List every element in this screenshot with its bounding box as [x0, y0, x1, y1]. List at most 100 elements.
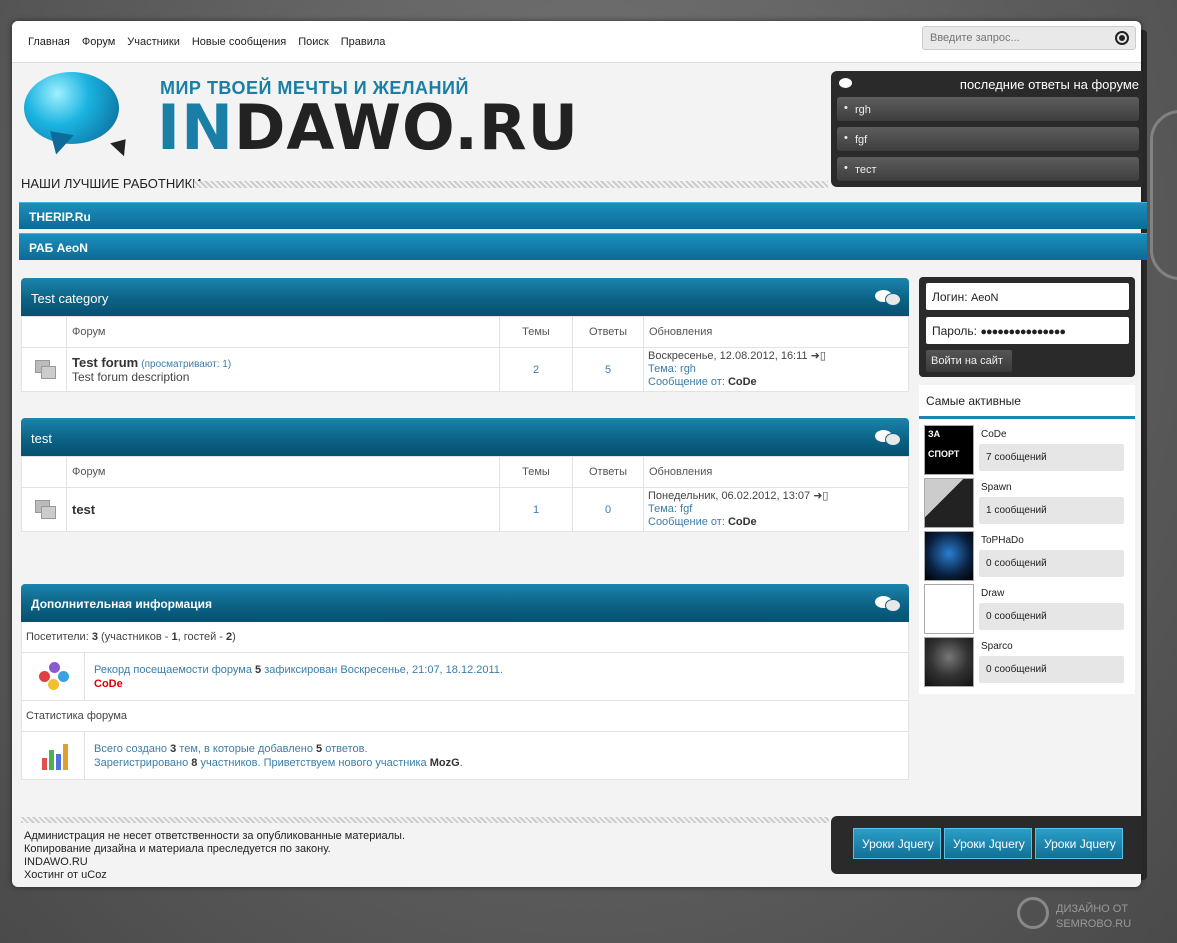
footer-link-button[interactable]: Уроки Jquery — [1035, 828, 1123, 859]
update-topic-link[interactable]: rgh — [680, 363, 696, 375]
search-submit-icon[interactable] — [1115, 31, 1129, 45]
stats-icon-bar — [49, 750, 54, 770]
stats-icon-bar — [56, 754, 61, 770]
user-name-link[interactable]: CoDe — [981, 429, 1007, 440]
stats-chart-icon — [40, 740, 70, 770]
update-author-link[interactable]: CoDe — [728, 376, 757, 388]
user-post-count: 7 сообщений — [979, 444, 1124, 471]
go-to-post-icon[interactable]: ➜▯ — [813, 490, 828, 502]
user-name-link[interactable]: Sparco — [981, 641, 1013, 652]
logo-blue-tail — [46, 131, 74, 157]
chat-bubbles-icon — [875, 428, 901, 446]
site-name[interactable]: INDAWO.RU — [157, 91, 579, 164]
user-post-count: 1 сообщений — [979, 497, 1124, 524]
user-post-count: 0 сообщений — [979, 550, 1124, 577]
avatar[interactable]: ЗА СПОРТ — [924, 425, 974, 475]
nav-members[interactable]: Участники — [127, 36, 180, 48]
category-title: Test category — [31, 291, 109, 306]
people-icon-cell — [22, 653, 85, 700]
column-header-topics: Темы — [499, 316, 573, 348]
login-button[interactable]: Войти на сайт — [926, 350, 1012, 372]
featured-link-therip[interactable]: THERIP.Ru — [19, 202, 1147, 229]
forum-folder-icon — [35, 499, 56, 520]
stats-text-part: участников. Приветствуем нового участник… — [200, 757, 427, 769]
table-header-row: Форум Темы Ответы Обновления — [21, 316, 909, 348]
update-author-label: Сообщение от: — [648, 376, 725, 388]
footer-copyright: Копирование дизайна и материала преследу… — [24, 843, 331, 855]
footer-link-button[interactable]: Уроки Jquery — [853, 828, 941, 859]
table-row: Test forum (просматривают: 1) Test forum… — [21, 347, 909, 392]
featured-link-aeon[interactable]: РАБ AeoN — [19, 233, 1147, 260]
column-header-updates: Обновления — [643, 316, 909, 348]
forum-info-cell: Test forum (просматривают: 1) Test forum… — [66, 347, 500, 392]
user-name-link[interactable]: ToPHaDo — [981, 535, 1024, 546]
forum-table: Форум Темы Ответы Обновления Test forum … — [21, 316, 909, 392]
forum-icon-cell — [21, 347, 67, 392]
footer-hosting-link[interactable]: Хостинг от uCoz — [24, 869, 405, 882]
column-header-topics: Темы — [499, 456, 573, 488]
forum-replies-count[interactable]: 0 — [572, 487, 644, 532]
record-text-part: зафиксирован Воскресенье, 21:07, 18.12.2… — [264, 664, 503, 676]
latest-reply-item[interactable]: тест — [837, 157, 1139, 181]
avatar[interactable] — [924, 584, 974, 634]
chat-bubbles-icon — [875, 288, 901, 306]
password-field[interactable]: Пароль: ●●●●●●●●●●●●●●● — [926, 317, 1129, 344]
avatar[interactable] — [924, 637, 974, 687]
user-name-link[interactable]: Draw — [981, 588, 1004, 599]
nav-menu: Главная Форум Участники Новые сообщения … — [28, 36, 385, 48]
visitors-text: , гостей - — [177, 631, 223, 643]
update-topic-link[interactable]: fgf — [680, 503, 692, 515]
stats-replies-count: 5 — [316, 743, 323, 755]
category-title: test — [31, 431, 52, 446]
password-label: Пароль: — [932, 324, 977, 338]
record-user-link[interactable]: CoDe — [94, 678, 123, 690]
avatar[interactable] — [924, 531, 974, 581]
login-value: AeoN — [970, 292, 999, 304]
forum-link[interactable]: Test forum — [72, 355, 138, 370]
logo-blue-bubble-icon — [24, 72, 119, 144]
login-field[interactable]: Логин: AeoN — [926, 283, 1129, 310]
watermark-line: SEMROBO.RU — [1056, 918, 1132, 930]
latest-reply-item[interactable]: rgh — [837, 97, 1139, 121]
update-topic-label: Тема: — [648, 503, 677, 515]
record-count: 5 — [255, 664, 262, 676]
column-header-replies: Ответы — [572, 456, 644, 488]
forum-link[interactable]: test — [72, 502, 95, 517]
nav-home[interactable]: Главная — [28, 36, 70, 48]
newest-member-link[interactable]: MozG — [430, 757, 460, 769]
latest-reply-item[interactable]: fgf — [837, 127, 1139, 151]
user-post-count: 0 сообщений — [979, 603, 1124, 630]
column-header-forum: Форум — [66, 456, 500, 488]
update-author-link[interactable]: CoDe — [728, 516, 757, 528]
record-text-part: Рекорд посещаемости форума — [94, 664, 252, 676]
nav-new-posts[interactable]: Новые сообщения — [192, 36, 286, 48]
latest-replies-panel: последние ответы на форуме rgh fgf тест — [831, 71, 1143, 187]
forum-viewing: (просматривают: 1) — [141, 359, 232, 370]
watermark: ДИЗАЙНО ОТ SEMROBO.RU — [1056, 902, 1131, 932]
search-input[interactable] — [923, 27, 1103, 49]
category-header[interactable]: test — [21, 418, 909, 456]
nav-search[interactable]: Поиск — [298, 36, 328, 48]
update-topic-label: Тема: — [648, 363, 677, 375]
stats-icon-cell — [22, 732, 85, 779]
nav-rules[interactable]: Правила — [341, 36, 386, 48]
avatar[interactable] — [924, 478, 974, 528]
best-workers-heading: НАШИ ЛУЧШИЕ РАБОТНИКИ — [21, 176, 202, 191]
forum-replies-count[interactable]: 5 — [572, 347, 644, 392]
user-name-link[interactable]: Spawn — [981, 482, 1012, 493]
stats-icon-bar — [42, 758, 47, 770]
most-active-panel: Самые активные ЗА СПОРТ CoDe 7 сообщений … — [919, 385, 1135, 694]
password-value: ●●●●●●●●●●●●●●● — [980, 326, 1066, 338]
visitors-row: Посетители: 3 (участников - 1, гостей - … — [21, 622, 909, 653]
footer-link-button[interactable]: Уроки Jquery — [944, 828, 1032, 859]
forum-info-cell: test — [66, 487, 500, 532]
forum-topics-count[interactable]: 1 — [499, 487, 573, 532]
forum-last-update: Воскресенье, 12.08.2012, 16:11 ➜▯ Тема: … — [643, 347, 909, 392]
go-to-post-icon[interactable]: ➜▯ — [811, 350, 826, 362]
speech-bubble-icon — [839, 78, 852, 88]
category-header[interactable]: Test category — [21, 278, 909, 316]
nav-forum[interactable]: Форум — [82, 36, 115, 48]
forum-topics-count[interactable]: 2 — [499, 347, 573, 392]
column-header-updates: Обновления — [643, 456, 909, 488]
stats-row: Всего создано 3 тем, в которые добавлено… — [21, 732, 909, 780]
